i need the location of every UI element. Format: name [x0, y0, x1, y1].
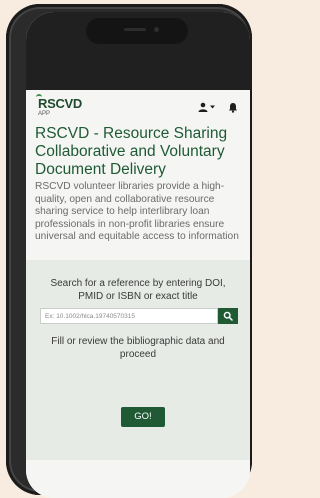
bell-icon: [228, 100, 238, 117]
logo-subtext: APP: [38, 111, 51, 117]
reference-search-input[interactable]: [40, 308, 218, 324]
app-header: RSCVD APP: [26, 90, 250, 122]
chevron-down-icon: [210, 105, 215, 109]
notch: [86, 18, 188, 44]
phone-screen: RSCVD APP RSCVD - Resource Sharing Colla…: [26, 12, 250, 498]
front-camera: [154, 27, 159, 32]
speaker-grille: [124, 28, 146, 31]
search-icon: [223, 309, 233, 324]
search-prompt: Search for a reference by entering DOI, …: [50, 278, 226, 302]
fill-instructions: Fill or review the bibliographic data an…: [51, 336, 225, 360]
status-bar: [26, 12, 250, 90]
user-menu-button[interactable]: [198, 101, 220, 113]
page-description: RSCVD volunteer libraries provide a high…: [35, 181, 239, 243]
search-row: [40, 308, 238, 324]
page-title: RSCVD - Resource Sharing Collaborative a…: [35, 125, 228, 178]
logo-text: RSCVD: [38, 96, 83, 111]
search-button[interactable]: [218, 308, 238, 324]
search-panel: Search for a reference by entering DOI, …: [26, 260, 250, 460]
intro-section: RSCVD - Resource Sharing Collaborative a…: [35, 125, 247, 244]
phone-frame: RSCVD APP RSCVD - Resource Sharing Colla…: [6, 4, 252, 498]
go-button[interactable]: GO!: [121, 407, 165, 427]
notifications-button[interactable]: [228, 100, 240, 113]
user-icon: [198, 102, 208, 112]
app-logo[interactable]: RSCVD APP: [36, 94, 96, 120]
screen-bottom: [26, 460, 250, 498]
